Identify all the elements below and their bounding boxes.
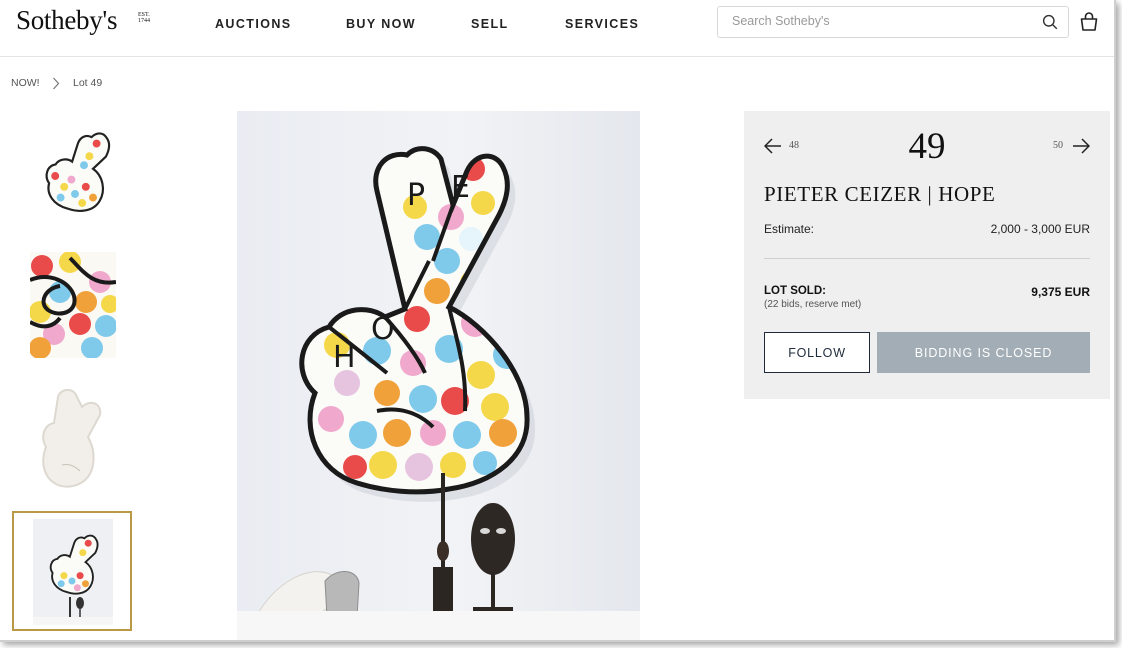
browser-page: Sotheby's EST. 1744 AUCTIONS BUY NOW SEL… <box>0 0 1116 642</box>
nav-buy-now[interactable]: BUY NOW <box>346 17 416 31</box>
nav-sell[interactable]: SELL <box>471 17 509 31</box>
nav-auctions[interactable]: AUCTIONS <box>215 17 291 31</box>
search-input[interactable] <box>732 14 1022 28</box>
lot-details-panel: 48 49 50 PIETER CEIZER | HOPE Estimate: … <box>744 111 1110 399</box>
follow-button[interactable]: FOLLOW <box>764 332 870 373</box>
thumbnail-image-full <box>22 112 126 218</box>
artwork-photo: P E H O <box>237 111 640 640</box>
main-lot-image[interactable]: P E H O <box>237 111 640 640</box>
divider <box>764 258 1090 259</box>
artwork-letter-o: O <box>371 312 395 347</box>
search-icon[interactable] <box>1042 14 1058 30</box>
next-lot-arrow-icon[interactable] <box>1072 138 1090 154</box>
next-lot-number[interactable]: 50 <box>1053 140 1063 151</box>
nav-services[interactable]: SERVICES <box>565 17 639 31</box>
site-header: Sotheby's EST. 1744 AUCTIONS BUY NOW SEL… <box>0 0 1114 57</box>
chevron-right-icon <box>53 77 60 90</box>
artwork-letter-h: H <box>333 340 356 375</box>
thumbnail-image-back <box>22 385 126 491</box>
lot-sold-price: 9,375 EUR <box>1031 285 1090 299</box>
logo-established-mark: EST. 1744 <box>138 12 150 24</box>
estimate-label: Estimate: <box>764 222 815 236</box>
bidding-closed-button: BIDDING IS CLOSED <box>877 332 1090 373</box>
thumbnail-2[interactable] <box>29 251 119 359</box>
estimate-value: 2,000 - 3,000 EUR <box>990 222 1090 236</box>
breadcrumb-now[interactable]: NOW! <box>11 77 40 89</box>
lot-sold-details: (22 bids, reserve met) <box>764 299 862 310</box>
thumbnail-1[interactable] <box>22 112 126 218</box>
shopping-bag-icon[interactable] <box>1079 11 1099 33</box>
sothebys-logo[interactable]: Sotheby's <box>16 5 117 36</box>
artwork-letter-e: E <box>451 170 470 205</box>
search-box <box>717 6 1069 38</box>
artwork-letter-p: P <box>407 178 425 213</box>
thumbnail-image-installation <box>14 513 130 629</box>
lot-title: PIETER CEIZER | HOPE <box>764 182 996 206</box>
breadcrumb-lot: Lot 49 <box>73 77 103 89</box>
thumbnail-3[interactable] <box>22 385 126 491</box>
thumbnail-image-detail <box>29 251 119 359</box>
thumbnail-4-selected[interactable] <box>12 511 132 631</box>
lot-sold-label: LOT SOLD: <box>764 285 826 297</box>
